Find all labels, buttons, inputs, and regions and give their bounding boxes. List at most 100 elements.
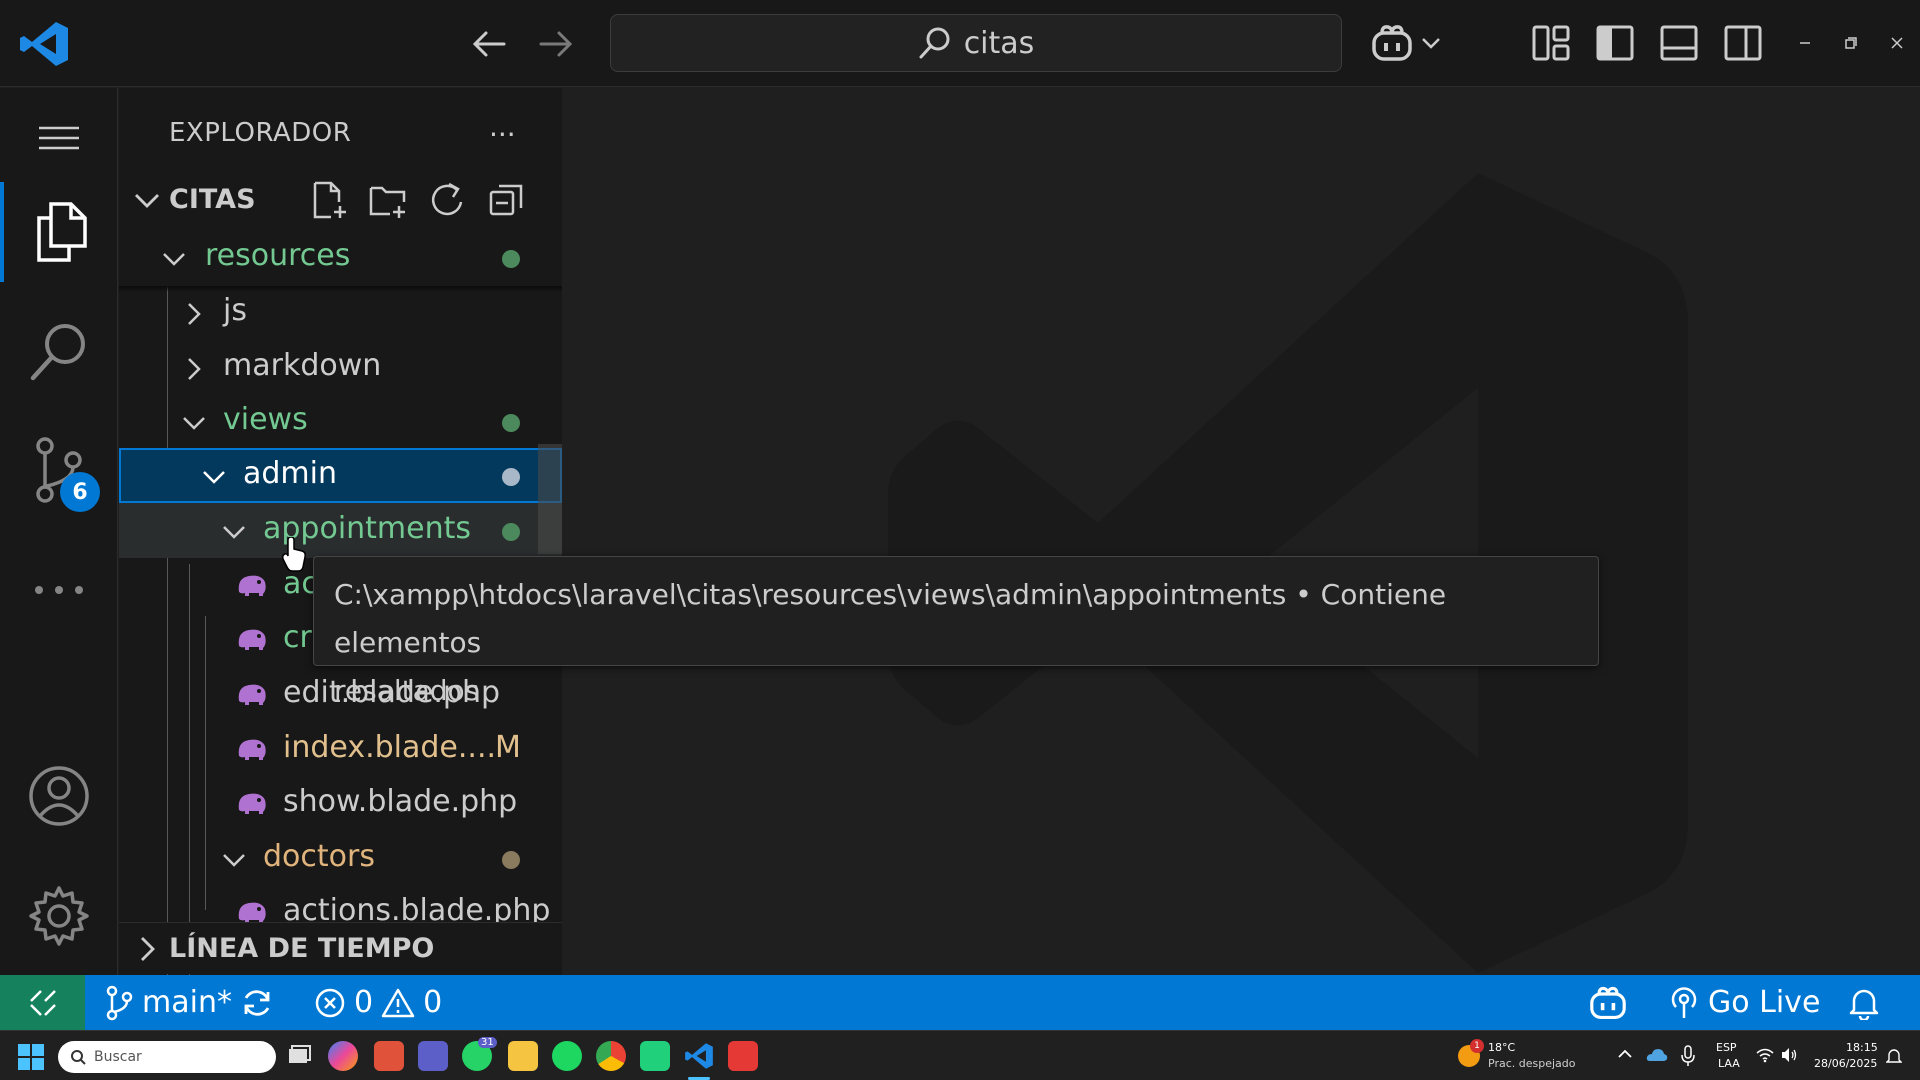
toggle-primary-sidebar-icon[interactable] — [1594, 22, 1636, 64]
copilot-menu-button[interactable] — [1370, 18, 1450, 68]
microphone-icon[interactable] — [1680, 1045, 1696, 1067]
chevron-up-icon[interactable] — [1616, 1045, 1634, 1063]
input-language-bottom[interactable]: LAA — [1718, 1057, 1740, 1070]
title-bar: citas — [0, 0, 1920, 87]
modified-dot — [502, 523, 520, 541]
modified-dot — [502, 250, 520, 268]
tree-folder-js[interactable]: js — [119, 285, 562, 340]
vscode-app-icon[interactable] — [684, 1041, 714, 1071]
notification-center-icon[interactable] — [1886, 1047, 1902, 1065]
tree-file-index[interactable]: index.blade.... M — [119, 722, 562, 777]
git-branch-icon — [104, 985, 134, 1021]
command-center-search[interactable]: citas — [610, 14, 1342, 72]
editor-area[interactable] — [563, 88, 1920, 975]
spotify-app-icon[interactable] — [552, 1041, 582, 1071]
customize-layout-icon[interactable] — [1530, 22, 1572, 64]
timeline-section-header[interactable]: LÍNEA DE TIEMPO — [119, 922, 562, 974]
clock-time[interactable]: 18:15 — [1846, 1041, 1878, 1054]
tree-folder-appointments[interactable]: appointments — [119, 503, 562, 558]
source-control-icon[interactable] — [0, 420, 118, 520]
menu-icon[interactable] — [0, 88, 118, 188]
manage-gear-icon[interactable] — [0, 866, 118, 966]
taskbar-search-box[interactable]: Buscar — [58, 1041, 276, 1073]
copilot-icon — [1588, 985, 1628, 1021]
git-branch-status[interactable]: main* — [104, 975, 232, 1030]
remote-indicator-button[interactable] — [0, 975, 85, 1030]
chevron-right-icon — [133, 935, 161, 963]
wifi-icon[interactable] — [1756, 1047, 1774, 1063]
clock-date[interactable]: 28/06/2025 — [1814, 1057, 1877, 1070]
explorer-title: EXPLORADOR — [169, 118, 352, 148]
chrome-app-icon[interactable] — [596, 1041, 626, 1071]
camtasia-app-icon[interactable] — [640, 1041, 670, 1071]
sidebar-scrollbar-thumb[interactable] — [538, 444, 562, 554]
command-center-text: citas — [963, 25, 1035, 61]
tree-item-label: show.blade.php — [283, 784, 518, 819]
broadcast-icon — [1668, 986, 1700, 1020]
tree-item-label: admin — [243, 456, 337, 491]
explorer-icon[interactable] — [0, 182, 118, 282]
sync-icon — [240, 986, 274, 1020]
chevron-down-icon — [181, 410, 207, 436]
error-icon — [314, 987, 346, 1019]
explorer-sidebar: EXPLORADOR ··· CITAS resources js markdo… — [119, 88, 562, 975]
copilot-icon — [1370, 23, 1414, 63]
forward-arrow-icon[interactable] — [533, 24, 577, 64]
collapse-all-icon[interactable] — [487, 180, 527, 220]
tree-item-label: doctors — [263, 839, 375, 874]
copilot-status-button[interactable] — [1588, 975, 1628, 1030]
timeline-label: LÍNEA DE TIEMPO — [169, 933, 435, 964]
weather-badge: 1 — [1470, 1039, 1484, 1053]
restore-icon[interactable] — [1836, 28, 1866, 58]
go-live-button[interactable]: Go Live — [1668, 975, 1820, 1030]
tooltip-note: resaltados — [334, 674, 480, 707]
php-elephant-icon — [235, 626, 269, 652]
search-icon — [70, 1049, 86, 1065]
more-views-icon[interactable] — [0, 540, 118, 640]
input-language-top[interactable]: ESP — [1716, 1041, 1737, 1054]
workspace-root-label: CITAS — [169, 184, 256, 215]
chevron-right-icon — [181, 301, 207, 327]
tree-folder-resources[interactable]: resources — [119, 230, 562, 285]
toggle-secondary-sidebar-icon[interactable] — [1722, 22, 1764, 64]
back-arrow-icon[interactable] — [468, 24, 512, 64]
explorer-more-actions[interactable]: ··· — [489, 118, 516, 151]
toggle-panel-icon[interactable] — [1658, 22, 1700, 64]
tree-folder-markdown[interactable]: markdown — [119, 340, 562, 395]
task-view-icon[interactable] — [284, 1041, 314, 1071]
close-icon[interactable] — [1882, 28, 1912, 58]
chevron-down-icon — [201, 464, 227, 490]
volume-icon[interactable] — [1780, 1047, 1798, 1063]
tree-item-label: index.blade.... — [283, 730, 497, 765]
search-icon — [918, 26, 952, 60]
go-live-label: Go Live — [1708, 985, 1821, 1020]
tree-folder-views[interactable]: views — [119, 394, 562, 449]
tree-folder-admin[interactable]: admin — [119, 448, 562, 503]
problems-status[interactable]: 0 0 — [314, 975, 442, 1030]
new-folder-icon[interactable] — [368, 180, 408, 220]
bell-icon — [1848, 986, 1880, 1020]
notification-count-badge: 31 — [478, 1037, 497, 1048]
tree-item-label: resources — [205, 238, 351, 273]
tree-item-label: js — [223, 293, 247, 328]
office-app-icon[interactable] — [374, 1041, 404, 1071]
tree-item-label: cr — [283, 620, 312, 655]
windows-start-icon[interactable] — [18, 1044, 44, 1070]
minimize-icon[interactable] — [1790, 28, 1820, 58]
sync-button[interactable] — [240, 975, 274, 1030]
tree-file-show[interactable]: show.blade.php — [119, 776, 562, 831]
new-file-icon[interactable] — [309, 180, 349, 220]
notifications-button[interactable] — [1848, 975, 1880, 1030]
search-icon[interactable] — [0, 302, 118, 402]
onedrive-icon[interactable] — [1646, 1047, 1668, 1063]
chevron-down-icon — [221, 519, 247, 545]
teams-app-icon[interactable] — [418, 1041, 448, 1071]
tree-folder-doctors[interactable]: doctors — [119, 831, 562, 886]
refresh-icon[interactable] — [427, 180, 467, 220]
activity-bar: 6 — [0, 88, 118, 975]
copilot-app-icon[interactable] — [328, 1041, 358, 1071]
php-elephant-icon — [235, 572, 269, 598]
accounts-icon[interactable] — [0, 746, 118, 846]
file-explorer-icon[interactable] — [508, 1041, 538, 1071]
screen-recorder-icon[interactable] — [728, 1041, 758, 1071]
